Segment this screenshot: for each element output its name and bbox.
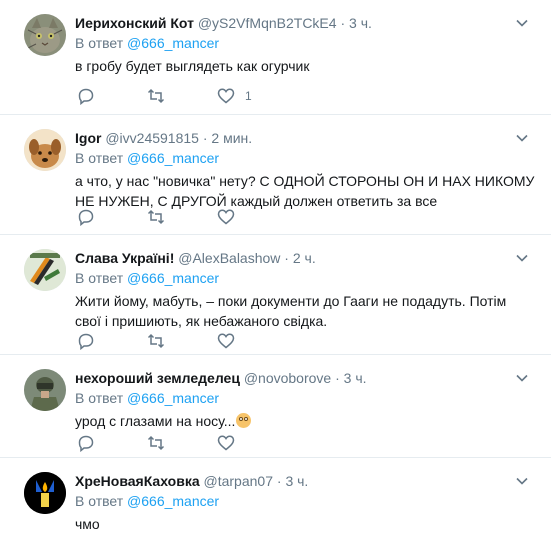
tweet-header: Igor @ivv24591815 · 2 мин.: [75, 130, 253, 146]
avatar[interactable]: [24, 369, 66, 411]
tweet-actions: 1: [77, 86, 304, 106]
retweet-button[interactable]: [147, 87, 165, 105]
tweet-header: Иерихонский Кот @yS2VfMqnB2TCkE4 · 3 ч.: [75, 15, 372, 31]
author-handle[interactable]: @ivv24591815: [105, 130, 199, 146]
author-handle[interactable]: @AlexBalashow: [178, 250, 280, 266]
chevron-down-icon[interactable]: [515, 474, 529, 488]
tweet[interactable]: Иерихонский Кот @yS2VfMqnB2TCkE4 · 3 ч. …: [0, 0, 551, 115]
tweet-header: Слава Україні! @AlexBalashow · 2 ч.: [75, 250, 316, 266]
reply-context: В ответ @666_mancer: [75, 390, 220, 406]
reply-context: В ответ @666_mancer: [75, 270, 220, 286]
like-button[interactable]: [217, 434, 235, 452]
reply-button[interactable]: [77, 87, 95, 105]
retweet-icon: [147, 435, 165, 451]
heart-icon: [217, 333, 235, 349]
tweet-text: чмо: [75, 516, 100, 532]
author-name[interactable]: нехороший земледелец: [75, 370, 240, 386]
reply-mention[interactable]: @666_mancer: [127, 35, 219, 51]
tweet-time[interactable]: 2 мин.: [211, 130, 252, 146]
flushed-face-icon: [236, 413, 252, 428]
tweet-actions: [77, 207, 287, 227]
tweet-text: Жити йому, мабуть, – поки документи до Г…: [75, 293, 507, 329]
retweet-button[interactable]: [147, 332, 165, 350]
heart-icon: [217, 209, 235, 225]
like-button[interactable]: 1: [217, 87, 252, 105]
author-handle[interactable]: @novoborove: [244, 370, 331, 386]
retweet-icon: [147, 88, 165, 104]
author-handle[interactable]: @tarpan07: [204, 473, 273, 489]
chevron-down-icon[interactable]: [515, 371, 529, 385]
retweet-icon: [147, 333, 165, 349]
dog-avatar-icon: [24, 129, 66, 171]
author-name[interactable]: ХреНоваяКаховка: [75, 473, 200, 489]
tweet[interactable]: нехороший земледелец @novoborove · 3 ч. …: [0, 355, 551, 458]
avatar[interactable]: [24, 14, 66, 56]
reply-context: В ответ @666_mancer: [75, 35, 220, 51]
reply-mention[interactable]: @666_mancer: [127, 270, 219, 286]
author-name[interactable]: Слава Україні!: [75, 250, 174, 266]
reply-context: В ответ @666_mancer: [75, 493, 220, 509]
candle-avatar-icon: [24, 472, 66, 514]
cat-avatar-icon: [24, 14, 66, 56]
reply-mention[interactable]: @666_mancer: [127, 390, 219, 406]
avatar[interactable]: [24, 129, 66, 171]
tweet-time[interactable]: 2 ч.: [293, 250, 316, 266]
tweet-text: а что, у нас "новичка" нету? С ОДНОЙ СТО…: [75, 173, 535, 209]
reply-icon: [78, 88, 94, 105]
tweet[interactable]: ХреНоваяКаховка @tarpan07 · 3 ч. В ответ…: [0, 458, 551, 540]
tweet-actions: [77, 433, 287, 453]
chevron-down-icon[interactable]: [515, 16, 529, 30]
author-name[interactable]: Igor: [75, 130, 101, 146]
tweet-text: в гробу будет выглядеть как огурчик: [75, 58, 310, 74]
tweet-header: нехороший земледелец @novoborove · 3 ч.: [75, 370, 367, 386]
like-count: 1: [245, 89, 252, 103]
avatar[interactable]: [24, 472, 66, 514]
retweet-button[interactable]: [147, 208, 165, 226]
tweet-text: урод с глазами на носу...: [75, 411, 535, 431]
tweet[interactable]: Слава Україні! @AlexBalashow · 2 ч. В от…: [0, 235, 551, 355]
reply-mention[interactable]: @666_mancer: [127, 493, 219, 509]
reply-icon: [78, 209, 94, 226]
author-name[interactable]: Иерихонский Кот: [75, 15, 194, 31]
reply-button[interactable]: [77, 208, 95, 226]
tweet-header: ХреНоваяКаховка @tarpan07 · 3 ч.: [75, 473, 309, 489]
retweet-icon: [147, 209, 165, 225]
reply-icon: [78, 333, 94, 350]
reply-mention[interactable]: @666_mancer: [127, 150, 219, 166]
tweet-time[interactable]: 3 ч.: [344, 370, 367, 386]
reply-button[interactable]: [77, 434, 95, 452]
ribbon-avatar-icon: [24, 249, 66, 291]
chevron-down-icon[interactable]: [515, 131, 529, 145]
tweet-feed: Иерихонский Кот @yS2VfMqnB2TCkE4 · 3 ч. …: [0, 0, 551, 540]
like-button[interactable]: [217, 208, 235, 226]
author-handle[interactable]: @yS2VfMqnB2TCkE4: [198, 15, 337, 31]
reply-context: В ответ @666_mancer: [75, 150, 220, 166]
heart-icon: [217, 88, 235, 104]
tweet[interactable]: Igor @ivv24591815 · 2 мин. В ответ @666_…: [0, 115, 551, 235]
reply-icon: [78, 435, 94, 452]
tweet-time[interactable]: 3 ч.: [285, 473, 308, 489]
tweet-time[interactable]: 3 ч.: [349, 15, 372, 31]
avatar[interactable]: [24, 249, 66, 291]
chevron-down-icon[interactable]: [515, 251, 529, 265]
tweet-actions: [77, 331, 287, 351]
soldier-avatar-icon: [24, 369, 66, 411]
like-button[interactable]: [217, 332, 235, 350]
retweet-button[interactable]: [147, 434, 165, 452]
heart-icon: [217, 435, 235, 451]
reply-button[interactable]: [77, 332, 95, 350]
